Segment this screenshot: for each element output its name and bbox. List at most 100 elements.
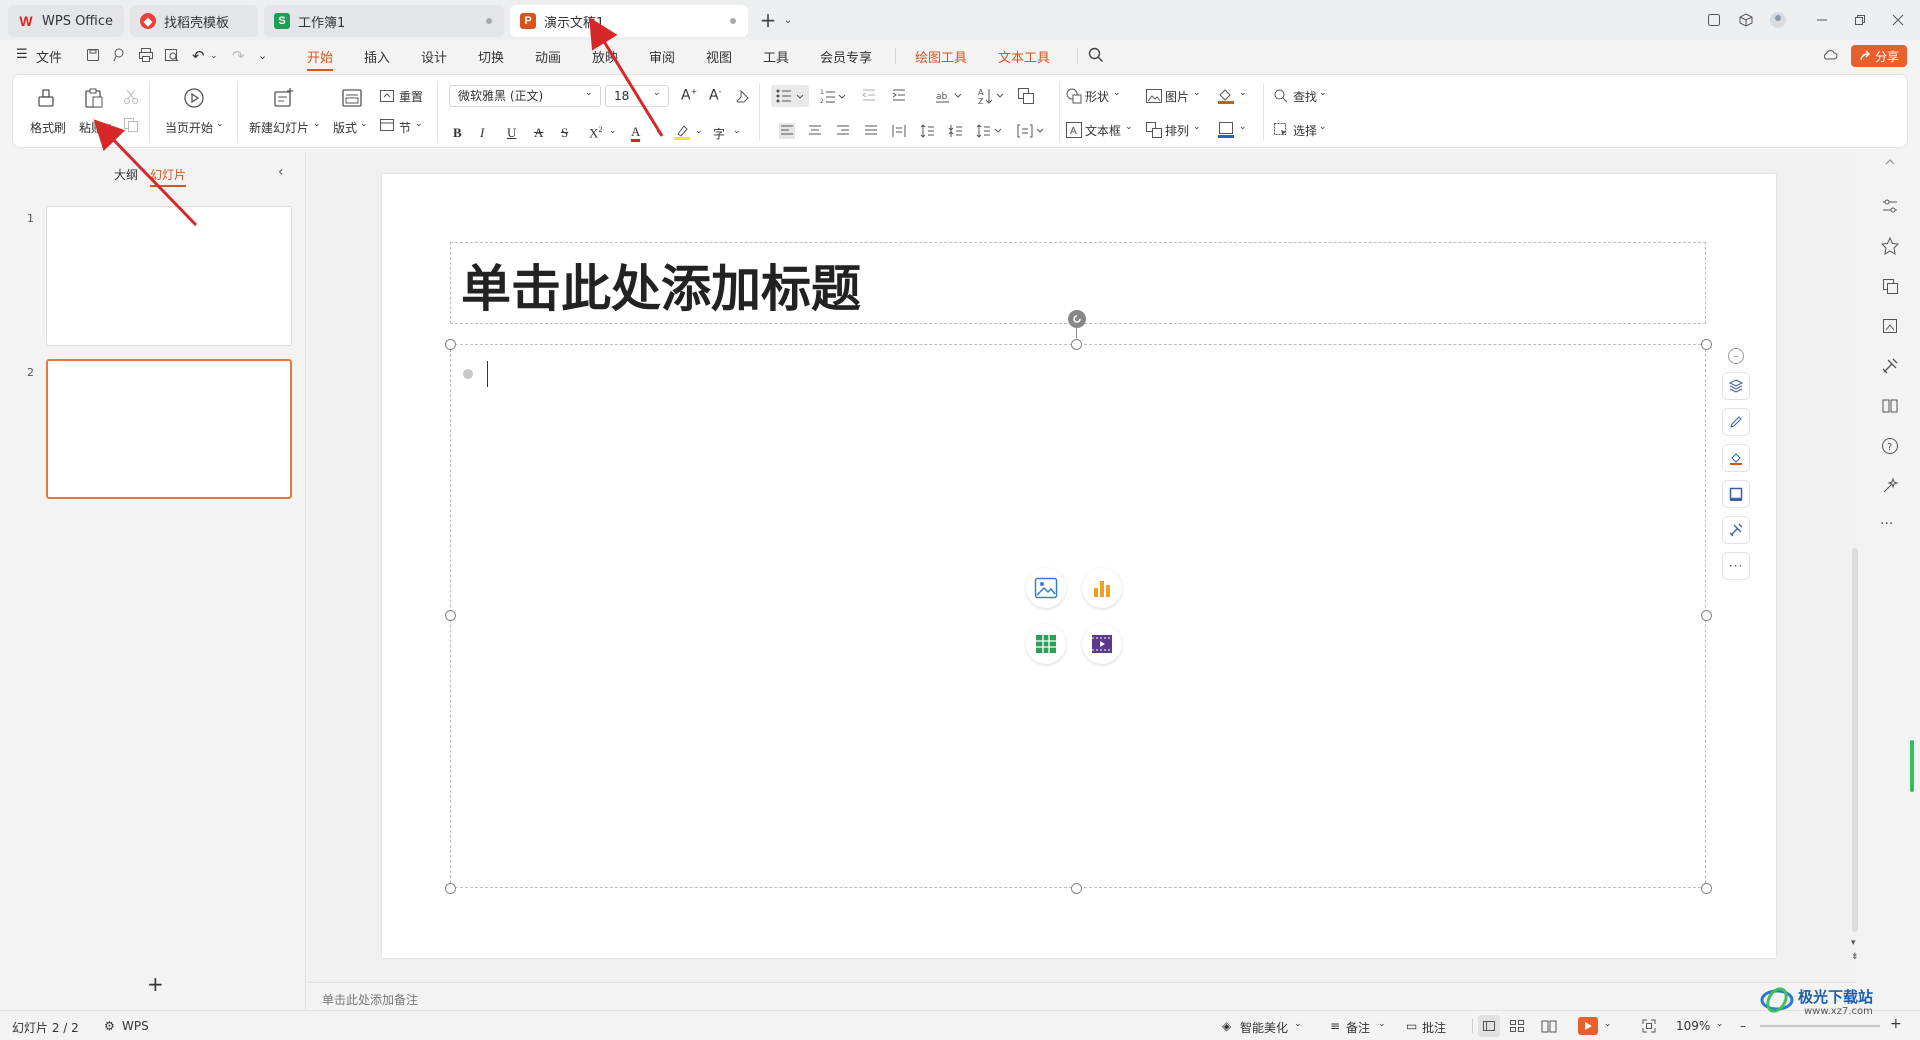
section-icon[interactable]: [379, 117, 395, 133]
new-slide-dropdown-icon[interactable]: ⌄: [313, 119, 321, 129]
resize-handle-top-right[interactable]: [1701, 339, 1712, 350]
print-icon[interactable]: [138, 47, 154, 63]
menu-insert[interactable]: 插入: [364, 47, 390, 66]
superscript-dropdown-icon[interactable]: ⌄: [609, 126, 617, 136]
underline-icon[interactable]: U: [507, 125, 516, 141]
outline-dropdown-icon[interactable]: ⌄: [1239, 122, 1247, 132]
play-slideshow-icon[interactable]: [1578, 1017, 1598, 1035]
menu-tools[interactable]: 工具: [763, 47, 789, 66]
text-direction-icon[interactable]: ab: [935, 88, 965, 104]
align-left-icon[interactable]: [779, 123, 795, 139]
beautify-icon[interactable]: ◈: [1222, 1019, 1231, 1033]
textbox-dropdown-icon[interactable]: ⌄: [1125, 122, 1133, 132]
reset-icon[interactable]: [379, 88, 395, 104]
highlight-dropdown-icon[interactable]: ⌄: [695, 126, 703, 136]
slide-thumbnail-1[interactable]: [46, 206, 292, 346]
collapse-panel-chevron-icon[interactable]: ‹: [278, 164, 284, 180]
fill-bucket-icon[interactable]: [1722, 444, 1750, 472]
arrange-label[interactable]: 排列: [1165, 122, 1189, 139]
highlight-icon[interactable]: [673, 123, 691, 141]
line-spacing-decrease-icon[interactable]: [947, 123, 963, 139]
restore-icon[interactable]: [1848, 8, 1872, 32]
notes-icon[interactable]: ≡: [1330, 1019, 1340, 1033]
line-spacing-icon[interactable]: [975, 123, 1005, 139]
tab-presentation1[interactable]: P 演示文稿1: [510, 5, 748, 37]
sidebar-star-icon[interactable]: [1880, 236, 1900, 256]
notes-pane[interactable]: 单击此处添加备注: [307, 982, 1856, 1010]
new-slide-icon[interactable]: [273, 87, 295, 109]
menu-slideshow[interactable]: 放映: [592, 47, 618, 66]
pen-edit-icon[interactable]: [1722, 408, 1750, 436]
find-label[interactable]: 查找: [1293, 88, 1317, 105]
increase-indent-icon[interactable]: [891, 88, 907, 104]
beautify-button[interactable]: 智能美化: [1240, 1019, 1288, 1036]
decrease-font-icon[interactable]: A-: [709, 87, 721, 104]
increase-font-icon[interactable]: A+: [681, 87, 697, 104]
format-painter-icon[interactable]: [35, 87, 57, 109]
menu-view[interactable]: 视图: [706, 47, 732, 66]
cloud-sync-icon[interactable]: [1822, 47, 1838, 63]
outline-icon[interactable]: [1217, 121, 1235, 139]
slide[interactable]: 单击此处添加标题: [382, 174, 1776, 958]
play-from-current-icon[interactable]: [183, 87, 205, 109]
next-slide-icon[interactable]: ⇟: [1851, 952, 1859, 962]
justify-icon[interactable]: [863, 123, 879, 139]
shape-dropdown-icon[interactable]: ⌄: [1113, 88, 1121, 98]
arrange-dropdown-icon[interactable]: ⌄: [1193, 122, 1201, 132]
layout-dropdown-icon[interactable]: ⌄: [360, 119, 368, 129]
reading-view-icon[interactable]: [1540, 1017, 1558, 1035]
sidebar-image-edit-icon[interactable]: [1880, 316, 1900, 336]
find-dropdown-icon[interactable]: ⌄: [1319, 88, 1327, 98]
paragraph-settings-icon[interactable]: [1017, 123, 1047, 139]
font-color-icon[interactable]: A: [631, 125, 641, 142]
layout-label[interactable]: 版式: [333, 119, 357, 136]
menu-review[interactable]: 审阅: [649, 47, 675, 66]
undo-icon[interactable]: ↶: [192, 47, 205, 65]
zoom-out-icon[interactable]: –: [1740, 1019, 1746, 1033]
cube-icon[interactable]: [1734, 8, 1758, 32]
quick-access-dropdown-icon[interactable]: ⌄: [258, 49, 267, 62]
vertical-scrollbar[interactable]: [1852, 154, 1858, 932]
print-preview-icon[interactable]: [164, 47, 180, 63]
sidebar-magic-icon[interactable]: [1880, 476, 1900, 496]
menu-text-tools[interactable]: 文本工具: [998, 47, 1050, 66]
paste-dropdown-icon[interactable]: ⌄: [105, 119, 113, 129]
more-options-icon[interactable]: ···: [1722, 552, 1750, 580]
italic-icon[interactable]: I: [480, 125, 484, 141]
char-spacing-icon[interactable]: 字: [713, 125, 725, 142]
find-icon[interactable]: [1273, 88, 1289, 104]
collapse-tools-icon[interactable]: –: [1728, 348, 1744, 364]
undo-dropdown-chevron-icon[interactable]: ⌄: [210, 51, 218, 61]
zoom-slider[interactable]: [1760, 1025, 1880, 1027]
window-tile-icon[interactable]: [1702, 8, 1726, 32]
strikethrough-icon[interactable]: A: [534, 125, 543, 141]
sidebar-tools-icon[interactable]: [1880, 356, 1900, 376]
close-icon[interactable]: [1886, 8, 1910, 32]
fill-icon[interactable]: [1217, 87, 1235, 105]
resize-handle-bottom-left[interactable]: [445, 883, 456, 894]
superscript-icon[interactable]: X2: [589, 125, 602, 141]
reset-label[interactable]: 重置: [399, 88, 423, 105]
comments-button[interactable]: 批注: [1422, 1019, 1446, 1036]
normal-view-icon[interactable]: [1478, 1015, 1500, 1037]
arrange-icon[interactable]: [1145, 121, 1163, 139]
play-from-current-label[interactable]: 当页开始: [165, 119, 213, 136]
insert-picture-icon[interactable]: [1026, 568, 1066, 608]
sidebar-book-icon[interactable]: [1880, 396, 1900, 416]
menu-transitions[interactable]: 切换: [478, 47, 504, 66]
resize-handle-left[interactable]: [445, 610, 456, 621]
sidebar-properties-icon[interactable]: [1880, 196, 1900, 216]
align-center-icon[interactable]: [807, 123, 823, 139]
shape-label[interactable]: 形状: [1085, 88, 1109, 105]
select-label[interactable]: 选择: [1293, 122, 1317, 139]
tab-list-chevron-icon[interactable]: ⌄: [776, 8, 800, 32]
menu-drawing-tools[interactable]: 绘图工具: [915, 47, 967, 66]
copy-icon[interactable]: [123, 117, 139, 133]
select-dropdown-icon[interactable]: ⌄: [1319, 122, 1327, 132]
play-dropdown-icon[interactable]: ⌄: [216, 119, 224, 129]
beautify-dropdown-icon[interactable]: ⌄: [1294, 1019, 1302, 1029]
font-name-dropdown-icon[interactable]: ⌄: [585, 88, 593, 98]
layers-icon[interactable]: [1722, 372, 1750, 400]
content-placeholder[interactable]: [450, 344, 1706, 888]
zoom-dropdown-icon[interactable]: ⌄: [1716, 1019, 1724, 1029]
